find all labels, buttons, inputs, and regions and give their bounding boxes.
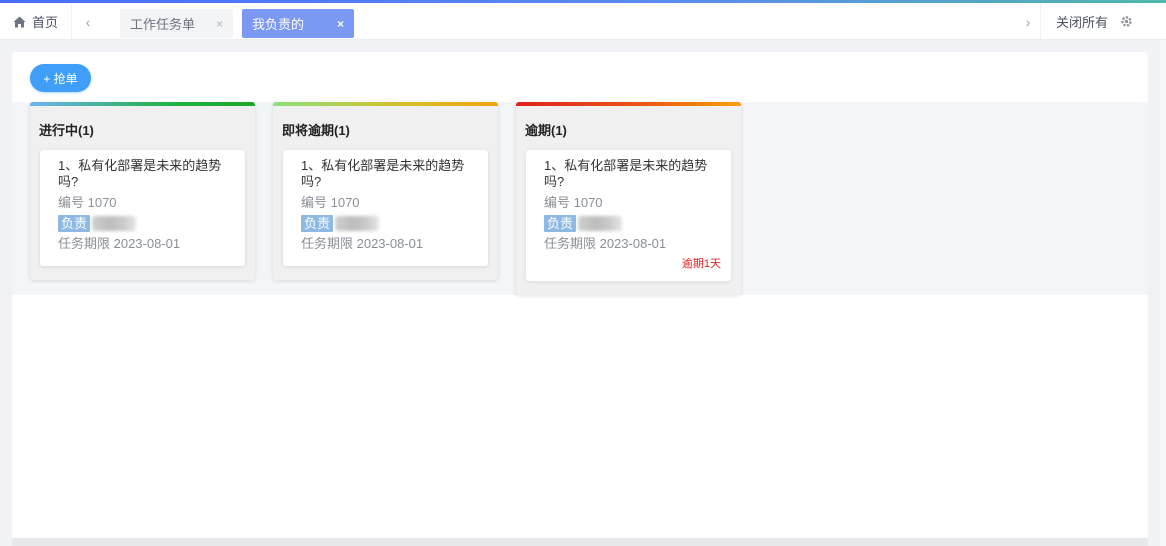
chevron-right-icon: ›	[1025, 13, 1031, 30]
tab-bar: 首页 ‹ 工作任务单 × 我负责的 × › 关闭所有	[0, 3, 1166, 40]
owner-tag: 负责	[58, 215, 91, 232]
overdue-badge: 逾期1天	[681, 258, 721, 270]
home-icon	[13, 16, 26, 27]
home-label: 首页	[31, 15, 58, 30]
column-in-progress: 进行中(1) 1、私有化部署是未来的趋势吗? 编号 1070 负责 任务期限 2…	[30, 102, 255, 280]
home-tab[interactable]: 首页	[0, 3, 72, 40]
task-card[interactable]: 1、私有化部署是未来的趋势吗? 编号 1070 负责 任务期限 2023-08-…	[526, 150, 731, 281]
task-code: 编号 1070	[544, 195, 603, 210]
tabs-scroll-left-button[interactable]: ‹	[72, 3, 104, 40]
task-code: 编号 1070	[301, 195, 360, 210]
owner-tag: 负责	[544, 215, 577, 232]
close-icon[interactable]: ×	[216, 17, 223, 31]
task-title: 1、私有化部署是未来的趋势吗?	[58, 158, 222, 189]
owner-name-redacted	[578, 216, 623, 231]
tab-work-orders[interactable]: 工作任务单 ×	[120, 9, 233, 38]
kanban-board: 进行中(1) 1、私有化部署是未来的趋势吗? 编号 1070 负责 任务期限 2…	[12, 102, 1148, 295]
task-deadline: 任务期限 2023-08-01	[544, 236, 667, 251]
task-card[interactable]: 1、私有化部署是未来的趋势吗? 编号 1070 负责 任务期限 2023-08-…	[283, 150, 488, 266]
column-status-bar	[30, 102, 255, 106]
task-title: 1、私有化部署是未来的趋势吗?	[544, 158, 708, 189]
chevron-left-icon: ‹	[85, 13, 91, 30]
column-title: 即将逾期(1)	[282, 123, 350, 138]
task-owner: 负责	[58, 215, 233, 232]
tab-my-responsible[interactable]: 我负责的 ×	[242, 9, 354, 38]
close-all-label: 关闭所有	[1056, 15, 1109, 30]
task-owner: 负责	[544, 215, 719, 232]
owner-tag: 负责	[301, 215, 334, 232]
close-icon[interactable]: ×	[337, 17, 344, 31]
column-due-soon: 即将逾期(1) 1、私有化部署是未来的趋势吗? 编号 1070 负责 任务期限 …	[273, 102, 498, 280]
gear-icon[interactable]	[1120, 15, 1133, 28]
task-code: 编号 1070	[58, 195, 117, 210]
close-all-button[interactable]: 关闭所有	[1040, 3, 1166, 40]
vertical-scrollbar[interactable]	[1160, 40, 1166, 546]
task-deadline: 任务期限 2023-08-01	[301, 236, 424, 251]
task-owner: 负责	[301, 215, 476, 232]
main-panel: + 抢单 进行中(1) 1、私有化部署是未来的趋势吗? 编号 1070 负责 任…	[12, 52, 1148, 542]
column-status-bar	[273, 102, 498, 106]
column-title: 逾期(1)	[525, 123, 567, 138]
grab-order-button[interactable]: + 抢单	[30, 64, 91, 92]
task-title: 1、私有化部署是未来的趋势吗?	[301, 158, 465, 189]
column-title: 进行中(1)	[39, 123, 94, 138]
owner-name-redacted	[92, 216, 137, 231]
owner-name-redacted	[335, 216, 380, 231]
column-overdue: 逾期(1) 1、私有化部署是未来的趋势吗? 编号 1070 负责 任务期限 20…	[516, 102, 741, 295]
tab-label: 工作任务单	[130, 17, 196, 32]
horizontal-scrollbar[interactable]	[12, 538, 1148, 546]
task-deadline: 任务期限 2023-08-01	[58, 236, 181, 251]
task-card[interactable]: 1、私有化部署是未来的趋势吗? 编号 1070 负责 任务期限 2023-08-…	[40, 150, 245, 266]
column-status-bar	[516, 102, 741, 106]
tab-label: 我负责的	[252, 17, 305, 32]
